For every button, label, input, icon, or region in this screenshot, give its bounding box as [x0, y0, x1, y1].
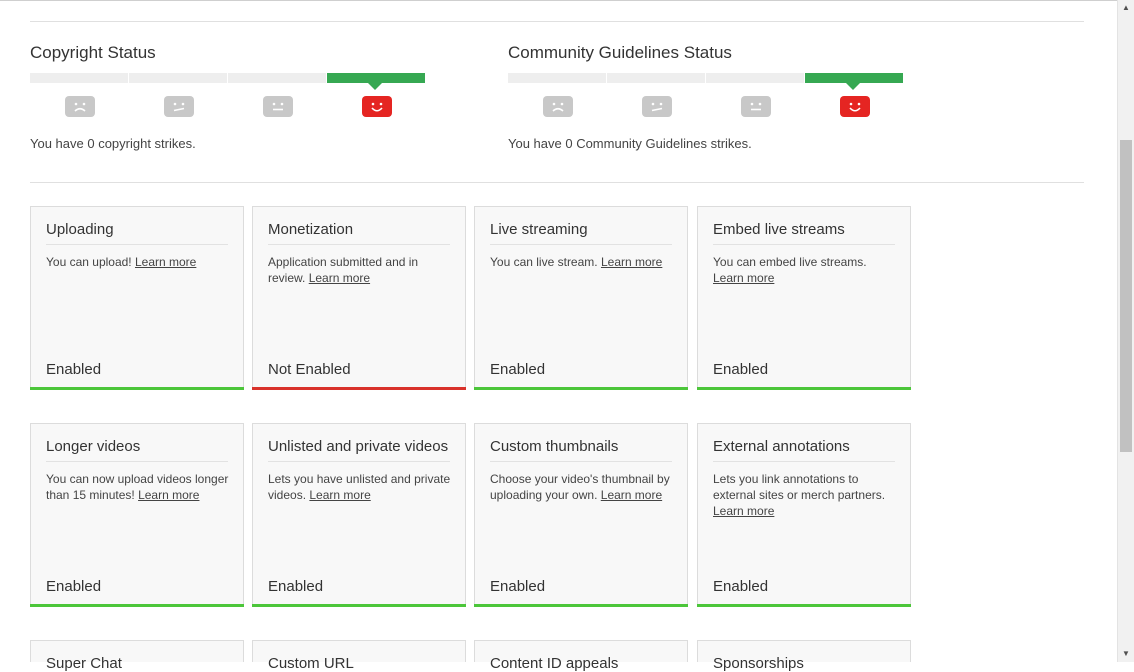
card-description: Choose your video's thumbnail by uploadi… — [490, 472, 670, 502]
card-title: Custom URL — [268, 655, 354, 672]
card-divider — [490, 244, 672, 245]
learn-more-link[interactable]: Learn more — [713, 271, 774, 285]
learn-more-link[interactable]: Learn more — [713, 504, 774, 518]
copyright-status-title: Copyright Status — [30, 43, 156, 62]
community-meter — [508, 73, 908, 90]
status-bar-enabled — [30, 387, 244, 390]
card-status: Not Enabled — [268, 361, 351, 378]
learn-more-link[interactable]: Learn more — [601, 488, 662, 502]
meter-segment — [30, 73, 128, 83]
meter-segment-active — [327, 73, 425, 90]
card-status: Enabled — [490, 578, 546, 595]
card-title: Monetization — [268, 221, 354, 238]
card-status: Enabled — [490, 361, 546, 378]
feature-card-uploading: Uploading You can upload! Learn more Ena… — [30, 206, 244, 390]
card-title: Super Chat — [46, 655, 122, 672]
learn-more-link[interactable]: Learn more — [135, 255, 196, 269]
learn-more-link[interactable]: Learn more — [309, 271, 370, 285]
status-bar-not-enabled — [252, 387, 466, 390]
feature-card-monetization: Monetization Application submitted and i… — [252, 206, 466, 390]
copyright-strikes-text: You have 0 copyright strikes. — [30, 136, 196, 151]
card-status: Enabled — [713, 578, 769, 595]
card-description: You can embed live streams. Learn more — [713, 255, 867, 285]
feature-card-custom-thumbnails: Custom thumbnails Choose your video's th… — [474, 423, 688, 607]
vertical-scrollbar[interactable]: ▲ ▼ — [1117, 0, 1134, 662]
card-title: Uploading — [46, 221, 114, 238]
slightly-sad-face-icon — [641, 96, 672, 117]
divider-middle — [30, 182, 1084, 183]
neutral-face-icon — [740, 96, 771, 117]
status-bar-enabled — [30, 604, 244, 607]
card-description: Lets you have unlisted and private video… — [268, 472, 451, 502]
card-title: Unlisted and private videos — [268, 438, 449, 455]
card-description: You can upload! Learn more — [46, 255, 197, 269]
community-guidelines-status: Community Guidelines Status You have 0 C… — [508, 43, 908, 151]
copyright-meter — [30, 73, 430, 90]
card-title: Embed live streams — [713, 221, 845, 238]
card-divider — [268, 244, 450, 245]
feature-card-external-annotations: External annotations Lets you link annot… — [697, 423, 911, 607]
card-title: Sponsorships — [713, 655, 804, 672]
status-bar-enabled — [697, 604, 911, 607]
happy-face-icon — [839, 96, 870, 117]
meter-segment — [508, 73, 606, 83]
window-top-edge — [0, 0, 1117, 7]
feature-card-unlisted-private-videos: Unlisted and private videos Lets you hav… — [252, 423, 466, 607]
card-divider — [713, 244, 895, 245]
scroll-thumb[interactable] — [1120, 140, 1132, 452]
card-status: Enabled — [268, 578, 324, 595]
card-divider — [713, 461, 895, 462]
card-title: External annotations — [713, 438, 850, 455]
status-bar-enabled — [474, 604, 688, 607]
scroll-up-arrow-icon[interactable]: ▲ — [1118, 0, 1134, 16]
card-description: You can now upload videos longer than 15… — [46, 472, 229, 502]
meter-segment — [228, 73, 326, 83]
community-strikes-text: You have 0 Community Guidelines strikes. — [508, 136, 752, 151]
feature-card-content-id-appeals: Content ID appeals — [474, 640, 688, 672]
copyright-status: Copyright Status You have 0 copyright st… — [30, 43, 430, 151]
status-bar-enabled — [474, 387, 688, 390]
card-title: Live streaming — [490, 221, 588, 238]
card-status: Enabled — [713, 361, 769, 378]
card-description: Lets you link annotations to external si… — [713, 472, 886, 518]
meter-segment — [706, 73, 804, 83]
meter-segment — [129, 73, 227, 83]
feature-card-custom-url: Custom URL — [252, 640, 466, 672]
divider-top — [30, 21, 1084, 22]
card-status: Enabled — [46, 578, 102, 595]
sad-face-icon — [542, 96, 573, 117]
feature-card-live-streaming: Live streaming You can live stream. Lear… — [474, 206, 688, 390]
status-bar-enabled — [252, 604, 466, 607]
feature-card-sponsorships: Sponsorships — [697, 640, 911, 672]
card-description: You can live stream. Learn more — [490, 255, 663, 269]
sad-face-icon — [64, 96, 95, 117]
card-title: Custom thumbnails — [490, 438, 619, 455]
happy-face-icon — [361, 96, 392, 117]
neutral-face-icon — [262, 96, 293, 117]
card-divider — [268, 461, 450, 462]
feature-card-embed-live-streams: Embed live streams You can embed live st… — [697, 206, 911, 390]
card-title: Content ID appeals — [490, 655, 619, 672]
meter-segment-active — [805, 73, 903, 90]
meter-segment — [607, 73, 705, 83]
feature-card-super-chat: Super Chat — [30, 640, 244, 672]
card-description: Application submitted and in review. Lea… — [268, 255, 419, 285]
learn-more-link[interactable]: Learn more — [309, 488, 370, 502]
card-title: Longer videos — [46, 438, 141, 455]
card-status: Enabled — [46, 361, 102, 378]
card-divider — [46, 461, 228, 462]
card-divider — [46, 244, 228, 245]
card-divider — [490, 461, 672, 462]
feature-card-longer-videos: Longer videos You can now upload videos … — [30, 423, 244, 607]
status-bar-enabled — [697, 387, 911, 390]
community-status-title: Community Guidelines Status — [508, 43, 732, 62]
scroll-down-arrow-icon[interactable]: ▼ — [1118, 646, 1134, 662]
slightly-sad-face-icon — [163, 96, 194, 117]
learn-more-link[interactable]: Learn more — [138, 488, 199, 502]
learn-more-link[interactable]: Learn more — [601, 255, 662, 269]
